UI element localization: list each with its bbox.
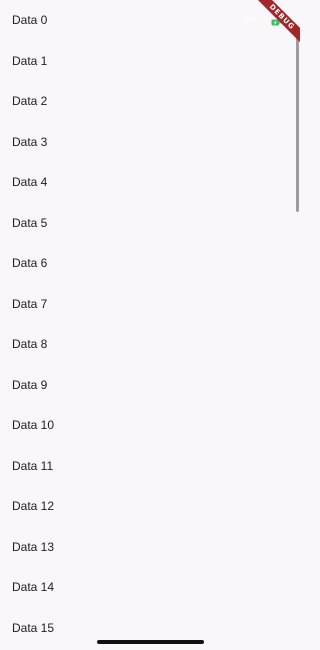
list-item[interactable]: Data 5 xyxy=(0,203,300,243)
list-item-label: Data 7 xyxy=(12,296,48,311)
list-item[interactable]: Data 12 xyxy=(0,486,300,526)
list-item-label: Data 12 xyxy=(12,499,55,513)
debug-banner: DEBUG xyxy=(240,0,300,60)
list-item-label: Data 11 xyxy=(12,458,54,473)
list-item-label: Data 5 xyxy=(12,215,48,230)
app-screen: Data 0 Data 1 Data 2 Data 3 Data 4 Data … xyxy=(0,0,300,650)
list-item-label: Data 9 xyxy=(12,377,48,392)
list-item[interactable]: Data 2 xyxy=(0,81,300,121)
list-item[interactable]: Data 13 xyxy=(0,527,300,567)
list-item-label: Data 3 xyxy=(12,134,48,149)
list-item[interactable]: Data 14 xyxy=(0,567,300,607)
list-item[interactable]: Data 7 xyxy=(0,284,300,324)
list-item[interactable]: Data 6 xyxy=(0,243,300,283)
debug-banner-label: DEBUG xyxy=(250,0,300,49)
list-item-label: Data 4 xyxy=(12,175,48,189)
list-item-label: Data 13 xyxy=(12,539,55,554)
list-item-label: Data 10 xyxy=(12,418,55,432)
list-item[interactable]: Data 10 xyxy=(0,405,300,445)
list-item-label: Data 2 xyxy=(12,94,48,108)
list-item[interactable]: Data 3 xyxy=(0,122,300,162)
home-indicator[interactable] xyxy=(97,640,204,644)
data-list[interactable]: Data 0 Data 1 Data 2 Data 3 Data 4 Data … xyxy=(0,0,300,650)
list-item-label: Data 14 xyxy=(12,580,55,594)
list-item-label: Data 8 xyxy=(12,337,48,351)
list-item[interactable]: Data 11 xyxy=(0,446,300,486)
list-item[interactable]: Data 8 xyxy=(0,324,300,364)
list-item-label: Data 6 xyxy=(12,256,48,270)
list-item[interactable]: Data 4 xyxy=(0,162,300,202)
list-item[interactable]: Data 9 xyxy=(0,365,300,405)
list-item-label: Data 15 xyxy=(12,621,55,635)
list-item-label: Data 1 xyxy=(12,53,48,68)
